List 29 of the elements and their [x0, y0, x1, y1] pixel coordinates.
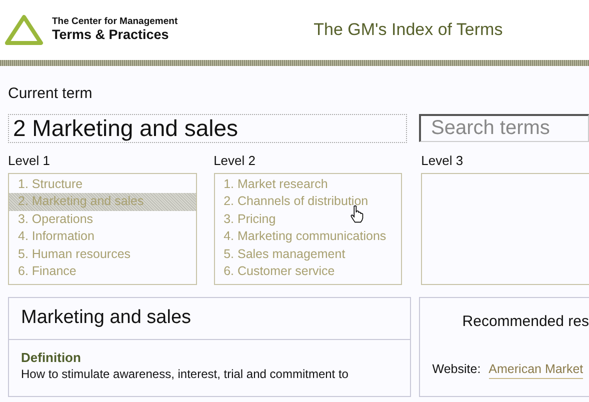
level-label: Level 2 — [214, 152, 256, 170]
definition-heading: Definition — [21, 350, 82, 366]
list-item[interactable]: 6. Customer service — [214, 263, 402, 280]
resources-title: Recommended res — [461, 312, 589, 332]
triangle-logo-icon — [4, 14, 44, 46]
list-item[interactable]: 2. Channels of distribution — [214, 193, 402, 211]
search-field[interactable]: Search terms — [419, 114, 589, 142]
list-item[interactable]: 1. Market research — [214, 176, 402, 194]
field-label: Current term — [8, 84, 94, 104]
definition-text: How to stimulate awareness, interest, trial and commitment to — [21, 367, 350, 382]
level-label: Level 1 — [8, 152, 51, 170]
page-title: The GM's Index of Terms — [314, 19, 503, 42]
logo-text: Terms & Practices — [52, 28, 170, 43]
list-item[interactable]: 2. Marketing and sales — [9, 193, 196, 211]
list-item[interactable]: 3. Operations — [9, 210, 196, 228]
level-label: Level 3 — [421, 152, 464, 170]
list-item[interactable]: 4. Marketing communications — [214, 228, 402, 246]
logo-text: The Center for Management — [52, 17, 178, 28]
list-item[interactable]: 1. Structure — [9, 176, 196, 194]
website-link[interactable]: American Market — [488, 360, 584, 380]
list-item[interactable]: 5. Human resources — [9, 246, 196, 264]
list-item[interactable]: 3. Pricing — [214, 210, 402, 228]
hand-cursor-icon — [350, 205, 364, 223]
website-label: Website: — [432, 360, 481, 378]
current-term-field[interactable]: 2 Marketing and sales — [8, 114, 407, 142]
term-title: Marketing and sales — [9, 298, 410, 340]
list-item[interactable]: 5. Sales management — [214, 246, 402, 264]
list-item[interactable]: 4. Information — [9, 228, 196, 246]
list-item[interactable]: 6. Finance — [9, 263, 196, 280]
